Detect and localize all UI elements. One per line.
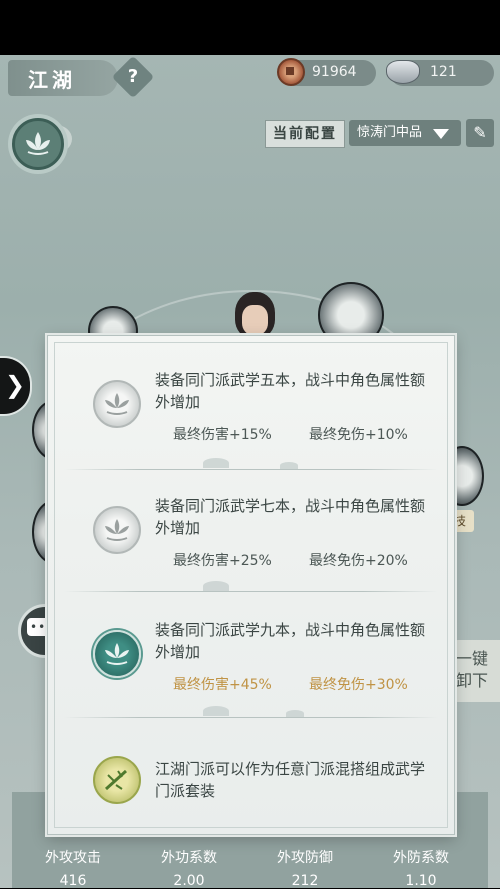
jianghu-note-text: 江湖门派可以作为任意门派混搭组成武学门派套装	[155, 760, 426, 800]
mountain-decoration	[203, 581, 229, 591]
mountain-decoration	[203, 706, 229, 716]
damage-bonus: 最终伤害+15%	[173, 427, 272, 443]
stat-def-coef: 外防系数 1.10	[366, 847, 476, 889]
copper-coin-icon	[277, 58, 305, 86]
divider	[64, 591, 438, 592]
silver-amount: 121	[430, 64, 457, 80]
sword-emblem-icon	[93, 756, 141, 804]
reduction-bonus: 最终免伤+30%	[309, 677, 408, 693]
damage-bonus: 最终伤害+25%	[173, 553, 272, 569]
reduction-bonus: 最终免伤+20%	[309, 553, 408, 569]
edit-pencil-icon[interactable]: ✎	[466, 119, 494, 147]
reduction-bonus: 最终免伤+10%	[309, 427, 408, 443]
current-preset-label: 当前配置	[265, 120, 345, 148]
lotus-gray-icon	[93, 506, 141, 554]
tier-description: 装备同门派武学九本，战斗中角色属性额外增加	[155, 621, 426, 661]
damage-bonus: 最终伤害+45%	[173, 677, 272, 693]
stat-value: 416	[59, 873, 87, 889]
mountain-decoration	[280, 462, 298, 469]
lotus-gray-icon	[93, 380, 141, 428]
tier-description: 装备同门派武学五本，战斗中角色属性额外增加	[155, 371, 426, 411]
character-portrait	[242, 305, 268, 335]
stat-label: 外攻攻击	[45, 850, 101, 866]
sect-badge-icon[interactable]	[12, 118, 64, 170]
help-icon[interactable]: ?	[118, 62, 148, 92]
tier-description: 装备同门派武学七本，战斗中角色属性额外增加	[155, 497, 426, 537]
chevron-down-icon[interactable]	[433, 129, 449, 139]
stat-label: 外攻防御	[277, 850, 333, 866]
stat-value: 2.00	[173, 873, 205, 889]
divider	[64, 717, 438, 718]
mountain-decoration	[203, 458, 229, 468]
copper-amount: 91964	[312, 64, 357, 80]
one-click-unequip-button[interactable]: 一键卸下	[448, 640, 500, 702]
sect-set-bonus-popup: 装备同门派武学五本，战斗中角色属性额外增加 最终伤害+15% 最终免伤+10% …	[47, 335, 455, 835]
stat-ext-coef: 外功系数 2.00	[134, 847, 244, 889]
mountain-decoration	[286, 710, 304, 717]
stat-ext-defense: 外攻防御 212	[250, 847, 360, 889]
lotus-green-icon	[93, 630, 141, 678]
status-bar	[0, 0, 500, 55]
silver-ingot-icon	[386, 60, 420, 84]
stat-value: 212	[291, 873, 319, 889]
page-title: 江湖	[28, 68, 76, 92]
stat-label: 外功系数	[161, 850, 217, 866]
divider	[64, 469, 438, 470]
stat-value: 1.10	[405, 873, 437, 889]
stat-label: 外防系数	[393, 850, 449, 866]
stat-ext-attack: 外攻攻击 416	[18, 847, 128, 889]
